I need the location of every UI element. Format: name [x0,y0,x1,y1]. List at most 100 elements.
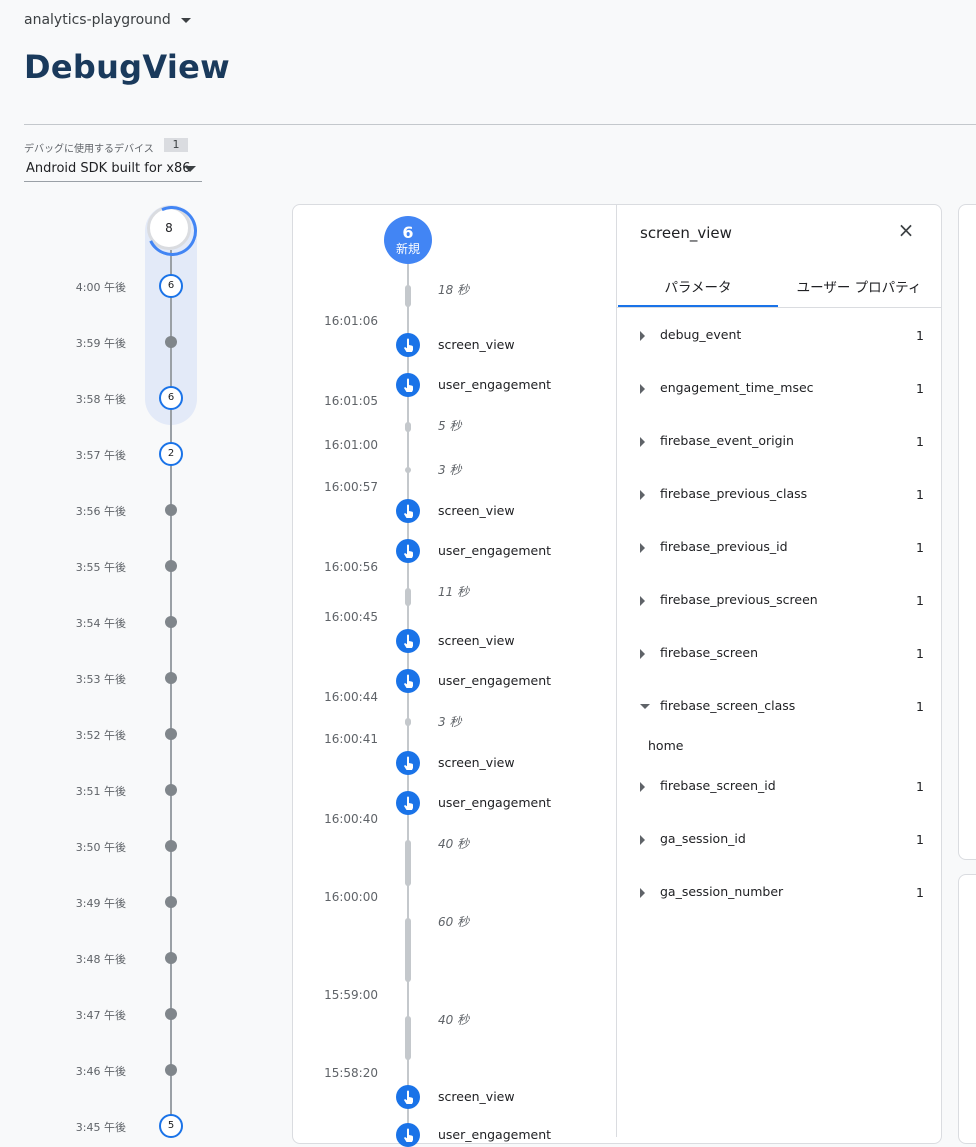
minute-label: 3:54 午後 [75,617,126,630]
minute-count-marker[interactable]: 5 [159,1114,183,1138]
minute-dot[interactable] [165,840,177,852]
minute-label: 3:58 午後 [75,393,126,406]
touch-icon[interactable] [396,629,420,653]
parameter-row[interactable]: engagement_time_msec 1 [640,380,930,400]
new-events-badge[interactable]: 6 新規 [384,216,432,264]
touch-icon[interactable] [396,751,420,775]
minute-label: 3:50 午後 [75,841,126,854]
close-icon[interactable]: × [896,220,916,240]
minute-dot[interactable] [165,1008,177,1020]
side-card [958,874,976,1144]
event-name[interactable]: user_engagement [438,377,551,392]
touch-icon[interactable] [396,1123,420,1147]
parameter-row[interactable]: ga_session_number 1 [640,884,930,904]
minute-label: 3:57 午後 [75,449,126,462]
touch-icon[interactable] [396,791,420,815]
parameter-count: 1 [916,832,924,847]
project-selector[interactable]: analytics-playground [24,12,191,28]
device-select[interactable]: Android SDK built for x86 [24,158,202,182]
tab-user-properties[interactable]: ユーザー プロパティ [778,270,940,306]
parameter-count: 1 [916,381,924,396]
caret-down-icon [640,704,650,709]
time-gap-label: 3 秒 [438,463,462,477]
parameter-name: ga_session_id [660,831,746,846]
minute-count-marker[interactable]: 6 [159,386,183,410]
parameter-row[interactable]: firebase_screen_id 1 [640,778,930,798]
parameter-name: firebase_screen [660,645,759,660]
touch-icon[interactable] [396,333,420,357]
event-name[interactable]: user_engagement [438,543,551,558]
caret-right-icon [640,782,645,792]
minutes-timeline-line [170,250,172,1137]
touch-icon[interactable] [396,539,420,563]
event-name[interactable]: user_engagement [438,673,551,688]
seconds-stream-total[interactable]: 8 [139,198,205,264]
time-gap-label: 18 秒 [438,283,470,297]
minute-dot[interactable] [165,560,177,572]
minute-label: 3:48 午後 [75,953,126,966]
minute-label: 3:56 午後 [75,505,126,518]
minute-dot[interactable] [165,672,177,684]
minute-count-marker[interactable]: 6 [159,274,183,298]
parameter-row[interactable]: firebase_screen_class 1 [640,698,930,718]
touch-icon[interactable] [396,1085,420,1109]
event-timestamp: 16:00:40 [324,812,378,826]
time-gap-bar [405,285,411,307]
event-name[interactable]: user_engagement [438,1127,551,1142]
minute-label: 3:52 午後 [75,729,126,742]
event-name[interactable]: screen_view [438,755,515,770]
caret-right-icon [640,649,645,659]
event-name[interactable]: screen_view [438,633,515,648]
event-detail-title: screen_view [640,224,732,242]
parameter-row[interactable]: firebase_previous_id 1 [640,539,930,559]
new-events-count: 6 [402,223,414,242]
touch-icon[interactable] [396,669,420,693]
event-name[interactable]: screen_view [438,337,515,352]
event-timestamp: 16:00:00 [324,890,378,904]
caret-right-icon [640,543,645,553]
parameter-row[interactable]: firebase_previous_screen 1 [640,592,930,612]
parameter-row[interactable]: firebase_event_origin 1 [640,433,930,453]
parameter-row[interactable]: firebase_screen 1 [640,645,930,665]
event-name[interactable]: user_engagement [438,795,551,810]
time-gap-bar [405,918,411,982]
caret-right-icon [640,596,645,606]
event-timestamp: 15:58:20 [324,1066,378,1080]
minute-label: 3:55 午後 [75,561,126,574]
parameter-count: 1 [916,593,924,608]
tab-parameters[interactable]: パラメータ [618,270,778,306]
touch-icon[interactable] [396,373,420,397]
dropdown-arrow-icon [184,166,196,172]
minute-dot[interactable] [165,504,177,516]
tabs-border [617,307,941,308]
event-name[interactable]: screen_view [438,1089,515,1104]
touch-icon[interactable] [396,499,420,523]
caret-right-icon [640,835,645,845]
event-timestamp: 16:00:44 [324,690,378,704]
parameter-name: firebase_screen_id [660,778,776,793]
parameter-count: 1 [916,434,924,449]
minute-dot[interactable] [165,336,177,348]
parameter-row[interactable]: debug_event 1 [640,327,930,347]
minute-dot[interactable] [165,1064,177,1076]
time-gap-bar [405,588,411,606]
minute-label: 3:51 午後 [75,785,126,798]
parameter-row[interactable]: firebase_previous_class 1 [640,486,930,506]
event-name[interactable]: screen_view [438,503,515,518]
parameter-count: 1 [916,540,924,555]
minute-dot[interactable] [165,728,177,740]
header-divider [24,124,976,125]
time-gap-bar [405,467,411,473]
minute-dot[interactable] [165,616,177,628]
minute-dot[interactable] [165,896,177,908]
minute-dot[interactable] [165,784,177,796]
panel-divider [616,205,617,1137]
time-gap-label: 3 秒 [438,715,462,729]
minute-dot[interactable] [165,952,177,964]
time-gap-label: 60 秒 [438,915,470,929]
event-timestamp: 16:01:00 [324,438,378,452]
parameter-row[interactable]: ga_session_id 1 [640,831,930,851]
event-timestamp: 16:00:56 [324,560,378,574]
minute-count-marker[interactable]: 2 [159,442,183,466]
time-gap-label: 5 秒 [438,419,462,433]
